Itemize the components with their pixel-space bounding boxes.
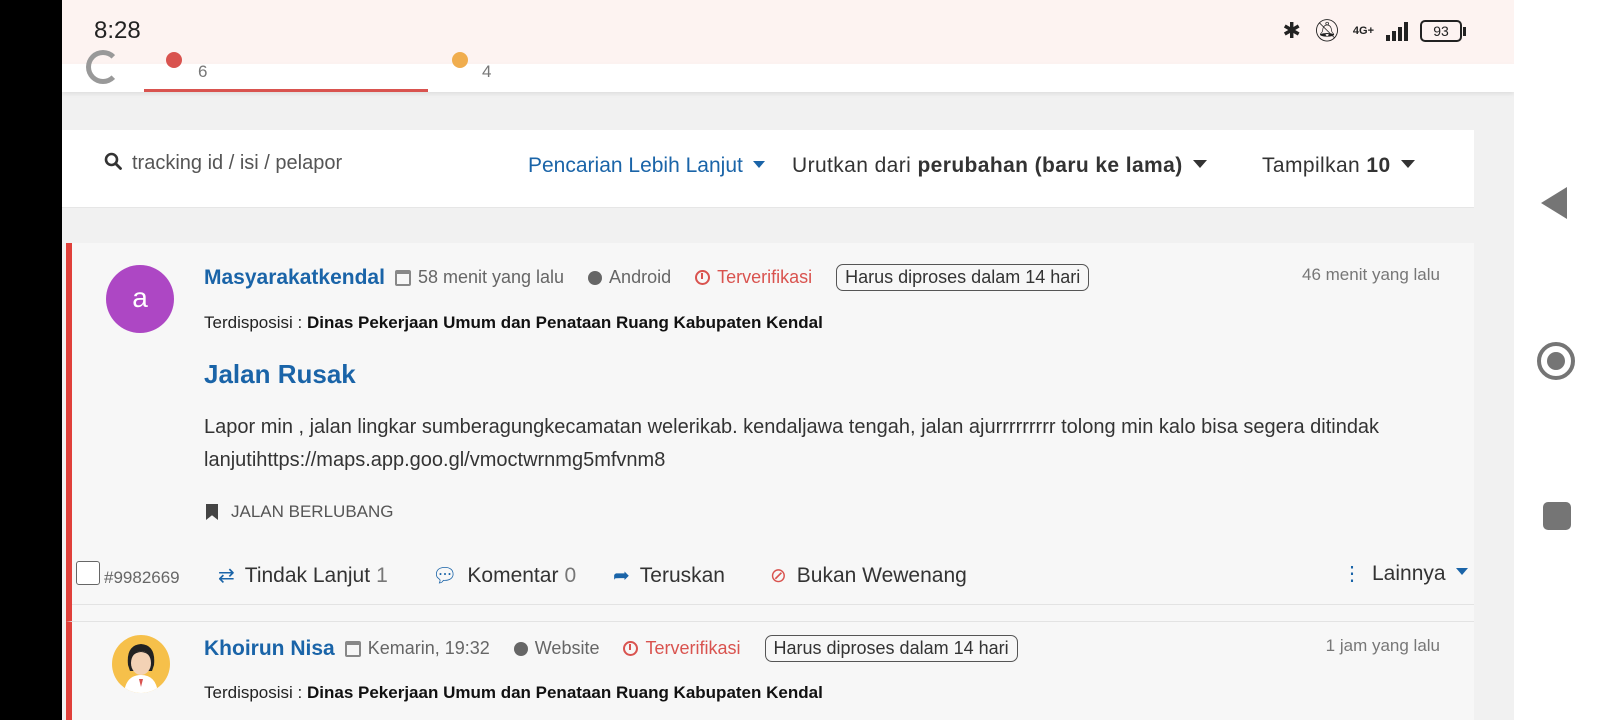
report-meta: Khoirun Nisa Kemarin, 19:32 Website Terv… [204,635,1018,662]
caret-down-icon [752,160,765,168]
bluetooth-icon: ✱ [1282,18,1301,43]
tab-count: 4 [482,62,492,81]
caret-down-icon [1400,160,1415,169]
disposition: Terdisposisi : Dinas Pekerjaan Umum dan … [204,313,823,333]
report-actions: #9982669 ⇄ Tindak Lanjut 1 💬︎ Komentar 0 ➦… [72,553,1474,605]
report-description: Lapor min , jalan lingkar sumberagungkec… [204,416,1380,471]
home-nav-icon[interactable] [1537,342,1575,380]
report-category[interactable]: JALAN BERLUBANG [206,502,394,522]
page-size-prefix: Tampilkan [1262,154,1361,177]
not-authorized-label: Bukan Wewenang [796,563,967,587]
app-screen: 8:28 ✱ 🔕︎ 4G+ 93 6 4 Pencari [62,0,1514,720]
ticket-id: #9982669 [104,568,180,587]
reporter-name[interactable]: Khoirun Nisa [204,637,335,661]
tab-status-red[interactable]: 6 [144,52,428,92]
disposition-agency: Dinas Pekerjaan Umum dan Penataan Ruang … [307,683,823,702]
advanced-search-dropdown[interactable]: Pencarian Lebih Lanjut [528,154,765,178]
globe-icon [513,641,528,656]
status-label: Terverifikasi [717,267,813,287]
search-toolbar: Pencarian Lebih Lanjut Urutkan dari peru… [62,130,1474,208]
battery-level: 93 [1420,20,1462,42]
sort-value: perubahan (baru ke lama) [917,154,1183,177]
status-icons: ✱ 🔕︎ 4G+ 93 [1283,18,1466,44]
share-icon: ➦ [613,565,630,587]
tab-status-yellow[interactable]: 4 [452,52,572,92]
updated-time: 1 jam yang lalu [1325,636,1440,655]
disposition-label: Terdisposisi : [204,313,303,332]
select-checkbox[interactable] [76,561,100,585]
more-label: Lainnya [1372,561,1446,585]
report-source: Website [534,638,600,658]
report-source: Android [609,267,672,287]
refresh-icon[interactable] [86,50,120,84]
caret-down-icon [1455,568,1468,575]
comment-button[interactable]: 💬︎ Komentar 0 [432,563,576,588]
reporter-name[interactable]: Masyarakatkendal [204,266,385,290]
report-title[interactable]: Jalan Rusak [204,359,356,390]
sort-dropdown[interactable]: Urutkan dari perubahan (baru ke lama) [792,154,1207,178]
page-size-value: 10 [1366,154,1391,177]
globe-icon [588,270,603,285]
page-size-dropdown[interactable]: Tampilkan 10 [1262,154,1415,178]
user-illustration-icon [124,644,158,693]
clock-icon [695,270,711,285]
ban-icon: ⊘ [770,565,787,587]
more-vertical-icon: ⋮ [1342,563,1362,585]
avatar[interactable] [112,635,170,693]
calendar-icon [394,269,411,286]
deadline-badge: Harus diproses dalam 14 hari [836,264,1090,291]
exchange-icon: ⇄ [218,565,235,587]
status-label: Terverifikasi [645,638,741,658]
comment-count: 0 [564,563,577,587]
disposition: Terdisposisi : Dinas Pekerjaan Umum dan … [204,683,823,703]
bookmark-icon [206,504,218,520]
disposition-label: Terdisposisi : [204,683,303,702]
clock-icon [623,641,639,656]
forward-label: Teruskan [639,563,725,587]
status-dot-icon [452,52,468,68]
forward-button[interactable]: ➦ Teruskan [613,563,725,588]
signal-icon [1386,21,1408,41]
status-bar: 8:28 ✱ 🔕︎ 4G+ 93 [62,0,1514,64]
advanced-search-label: Pencarian Lebih Lanjut [528,154,743,177]
search-icon [104,152,122,170]
recents-nav-icon[interactable] [1543,502,1571,530]
back-nav-icon[interactable] [1541,187,1567,219]
battery-icon: 93 [1420,20,1466,42]
sort-prefix: Urutkan dari [792,154,912,177]
category-label: JALAN BERLUBANG [231,502,394,521]
created-time: 58 menit yang lalu [417,267,565,287]
comment-icon: 💬︎ [432,565,458,587]
disposition-agency: Dinas Pekerjaan Umum dan Penataan Ruang … [307,313,823,332]
search-input[interactable] [132,148,512,178]
status-dot-icon [166,52,182,68]
more-dropdown[interactable]: ⋮ Lainnya [1342,561,1468,586]
caret-down-icon [1192,160,1207,169]
report-card: Khoirun Nisa Kemarin, 19:32 Website Terv… [66,621,1474,720]
calendar-icon [344,640,361,657]
tab-count: 6 [198,62,208,81]
follow-up-label: Tindak Lanjut [244,563,371,587]
updated-time: 46 menit yang lalu [1302,265,1440,284]
muted-bell-icon: 🔕︎ [1312,18,1341,43]
deadline-badge: Harus diproses dalam 14 hari [764,635,1018,662]
comment-label: Komentar [467,563,559,587]
status-time: 8:28 [94,17,141,44]
avatar[interactable]: a [106,265,174,333]
follow-up-button[interactable]: ⇄ Tindak Lanjut 1 [218,563,388,588]
filter-tabs: 6 4 [62,50,1514,92]
follow-up-count: 1 [376,563,388,587]
report-card: a Masyarakatkendal 58 menit yang lalu An… [66,243,1474,621]
network-type: 4G+ [1352,25,1374,37]
not-authorized-button[interactable]: ⊘ Bukan Wewenang [770,563,967,588]
report-meta: Masyarakatkendal 58 menit yang lalu Andr… [204,264,1090,291]
created-time: Kemarin, 19:32 [367,638,490,658]
